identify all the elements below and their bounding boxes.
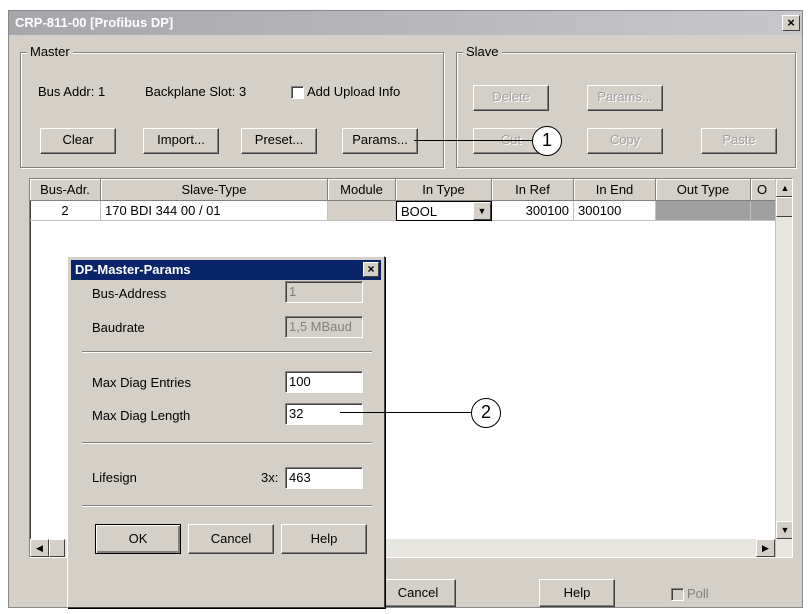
backplane-slot-label: Backplane Slot: 3: [145, 84, 247, 99]
dialog-separator-2: [82, 442, 372, 444]
scroll-left-icon[interactable]: ◀: [30, 539, 49, 557]
dp-master-params-dialog: DP-Master-Params × Bus-Address 1 Baudrat…: [67, 256, 385, 608]
chevron-down-icon[interactable]: ▼: [473, 202, 491, 220]
help-button[interactable]: Help: [539, 579, 615, 607]
dialog-close-icon[interactable]: ×: [363, 262, 379, 277]
col-header-slave-type[interactable]: Slave-Type: [101, 179, 328, 201]
max-diag-length-label: Max Diag Length: [92, 408, 191, 423]
bus-address-field: 1: [285, 281, 363, 303]
callout-2-line: [340, 412, 471, 413]
slave-copy-button[interactable]: Copy: [587, 128, 663, 154]
scroll-down-icon[interactable]: ▼: [776, 521, 792, 539]
slave-paste-button[interactable]: Paste: [701, 128, 777, 154]
scroll-right-icon[interactable]: ▶: [756, 539, 775, 557]
col-header-in-end[interactable]: In End: [574, 179, 656, 201]
cell-in-end[interactable]: 300100: [574, 201, 656, 221]
col-header-bus-adr[interactable]: Bus-Adr.: [30, 179, 101, 201]
max-diag-entries-label: Max Diag Entries: [92, 375, 191, 390]
cell-module[interactable]: [328, 201, 396, 221]
slave-delete-button[interactable]: Delete: [473, 85, 549, 111]
window-titlebar: CRP-811-00 [Profibus DP]: [9, 11, 802, 35]
clear-button[interactable]: Clear: [40, 128, 116, 154]
lifesign-prefix: 3x:: [261, 470, 279, 485]
params-button[interactable]: Params...: [342, 128, 418, 154]
col-header-out-type[interactable]: Out Type: [656, 179, 751, 201]
add-upload-info-label[interactable]: Add Upload Info: [307, 84, 400, 99]
lifesign-label: Lifesign: [92, 470, 137, 485]
close-icon[interactable]: ×: [782, 15, 800, 31]
cell-slave-type[interactable]: 170 BDI 344 00 / 01: [101, 201, 328, 221]
bus-addr-label: Bus Addr: 1: [38, 84, 106, 99]
slave-group-label: Slave: [463, 44, 502, 59]
dialog-title: DP-Master-Params: [75, 262, 191, 277]
poll-checkbox[interactable]: [671, 588, 684, 601]
add-upload-info-checkbox[interactable]: [291, 86, 304, 99]
cell-in-ref[interactable]: 300100: [492, 201, 574, 221]
col-header-in-type[interactable]: In Type: [396, 179, 492, 201]
bus-address-label: Bus-Address: [92, 286, 167, 301]
cancel-button[interactable]: Cancel: [380, 579, 456, 607]
baudrate-field: 1,5 MBaud: [285, 316, 363, 338]
callout-1-line: [414, 140, 532, 141]
poll-label: Poll: [687, 586, 709, 601]
in-type-value: BOOL: [401, 204, 438, 219]
col-header-module[interactable]: Module: [328, 179, 396, 201]
dialog-cancel-button[interactable]: Cancel: [188, 524, 274, 554]
in-type-select[interactable]: BOOL ▼: [396, 201, 492, 221]
scroll-thumb[interactable]: [776, 197, 792, 217]
slave-params-button[interactable]: Params...: [587, 85, 663, 111]
max-diag-entries-field[interactable]: 100: [285, 371, 363, 393]
dialog-separator-1: [82, 351, 372, 353]
max-diag-length-field[interactable]: 32: [285, 403, 363, 425]
dialog-help-button[interactable]: Help: [281, 524, 367, 554]
import-button[interactable]: Import...: [143, 128, 219, 154]
dialog-titlebar: DP-Master-Params ×: [71, 260, 381, 280]
master-group-label: Master: [27, 44, 73, 59]
cell-out-type[interactable]: [656, 201, 751, 221]
baudrate-label: Baudrate: [92, 320, 145, 335]
callout-1: 1: [532, 126, 562, 156]
vertical-scrollbar[interactable]: ▲ ▼: [775, 179, 792, 557]
lifesign-field[interactable]: 463: [285, 467, 363, 489]
dialog-ok-button[interactable]: OK: [95, 524, 181, 554]
callout-2: 2: [471, 398, 501, 428]
window-title: CRP-811-00 [Profibus DP]: [15, 15, 174, 30]
cell-bus-adr[interactable]: 2: [30, 201, 101, 221]
hscroll-thumb[interactable]: [49, 539, 65, 557]
scroll-up-icon[interactable]: ▲: [776, 179, 792, 197]
preset-button[interactable]: Preset...: [241, 128, 317, 154]
col-header-in-ref[interactable]: In Ref: [492, 179, 574, 201]
dialog-separator-3: [82, 505, 372, 507]
